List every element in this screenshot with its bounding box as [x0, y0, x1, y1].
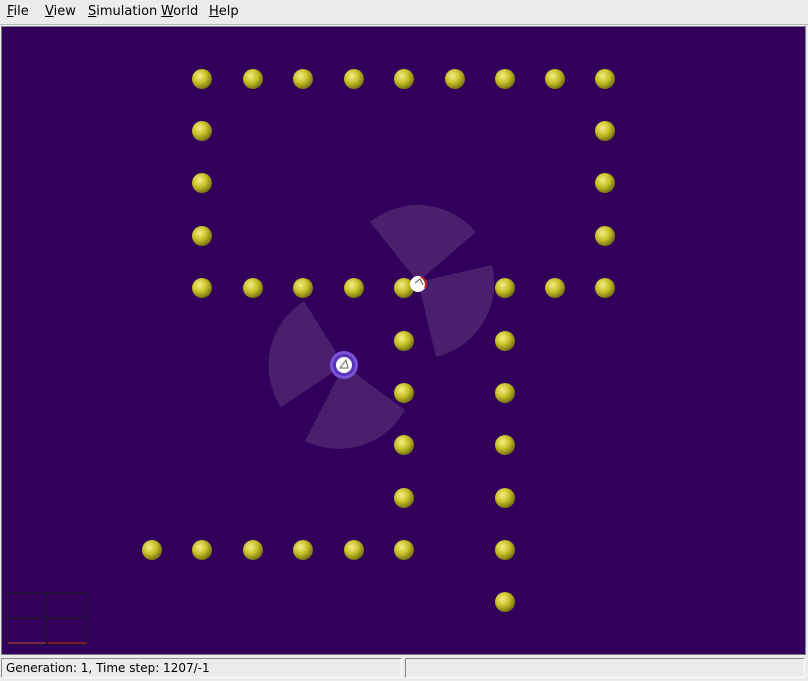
food-item	[595, 226, 615, 246]
food-item	[243, 540, 263, 560]
food-item	[394, 435, 414, 455]
food-item	[293, 278, 313, 298]
world-canvas	[2, 27, 805, 654]
food-item	[495, 331, 515, 351]
food-item	[545, 69, 565, 89]
menu-world[interactable]: World	[160, 4, 199, 20]
food-item	[293, 69, 313, 89]
food-item	[545, 278, 565, 298]
food-item	[595, 278, 615, 298]
food-item	[192, 226, 212, 246]
food-item	[595, 69, 615, 89]
food-item	[243, 69, 263, 89]
food-item	[495, 383, 515, 403]
food-item	[495, 540, 515, 560]
world-view[interactable]	[1, 26, 806, 655]
food-item	[344, 540, 364, 560]
menu-simulation[interactable]: Simulation	[87, 4, 158, 20]
agent-body	[336, 357, 352, 373]
food-item	[595, 121, 615, 141]
food-item	[192, 121, 212, 141]
food-item	[495, 69, 515, 89]
status-bar: Generation: 1, Time step: 1207/-1	[0, 656, 808, 681]
menu-help[interactable]: Help	[208, 4, 240, 20]
status-secondary	[405, 658, 805, 678]
food-item	[192, 278, 212, 298]
food-item	[445, 69, 465, 89]
food-item	[344, 278, 364, 298]
food-item	[394, 383, 414, 403]
food-item	[394, 540, 414, 560]
food-item	[394, 69, 414, 89]
food-item	[495, 278, 515, 298]
food-item	[394, 331, 414, 351]
menu-view[interactable]: View	[44, 4, 77, 20]
food-item	[243, 278, 263, 298]
food-item	[394, 488, 414, 508]
food-item	[495, 592, 515, 612]
food-item	[495, 488, 515, 508]
agent-robot-purple[interactable]	[330, 351, 358, 379]
food-item	[293, 540, 313, 560]
food-item	[495, 435, 515, 455]
food-item	[192, 173, 212, 193]
menu-file[interactable]: File	[6, 4, 30, 20]
food-item	[192, 540, 212, 560]
food-item	[192, 69, 212, 89]
agent-robot-white[interactable]	[410, 276, 427, 292]
status-generation-timestep: Generation: 1, Time step: 1207/-1	[1, 658, 402, 678]
food-item	[142, 540, 162, 560]
menu-bar: File View Simulation World Help	[0, 0, 808, 25]
food-item	[595, 173, 615, 193]
food-item	[344, 69, 364, 89]
